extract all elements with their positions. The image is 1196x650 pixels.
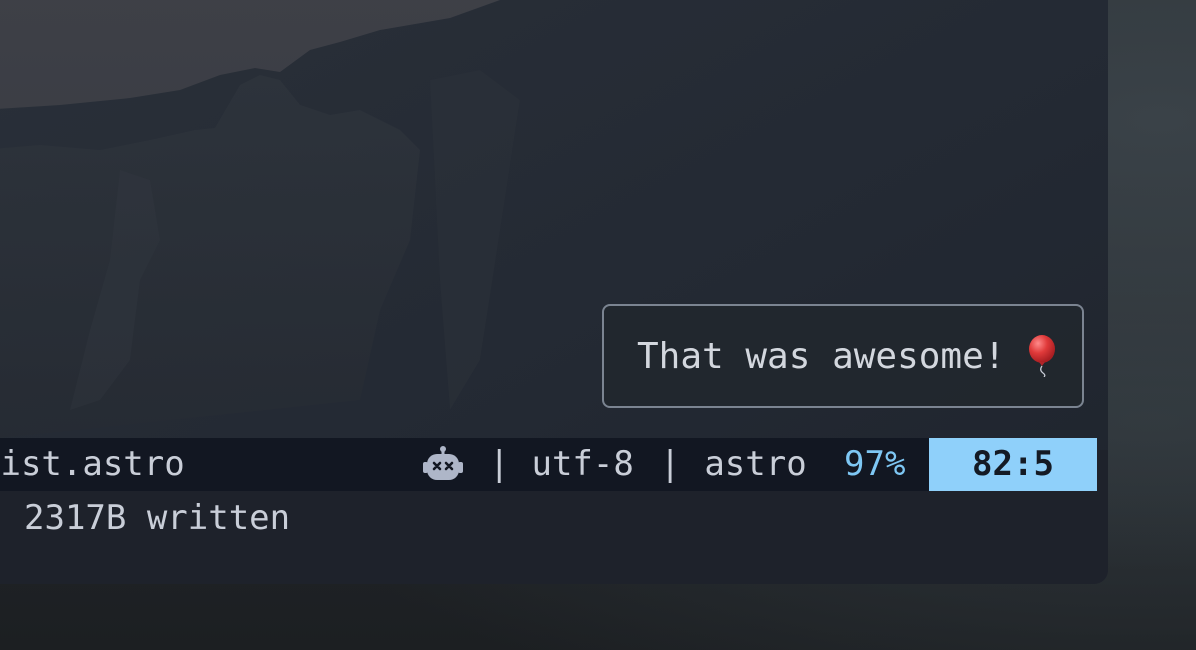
statusline-separator: | (659, 444, 681, 484)
notification-text: That was awesome! (637, 335, 1006, 377)
statusline-percent: 97% (844, 444, 906, 484)
robot-icon (423, 445, 463, 480)
balloon-icon (1029, 335, 1056, 377)
statusline-file-info: | utf-8 | astro (423, 438, 807, 491)
statusline-filename[interactable]: list.astro (0, 438, 185, 491)
terminal-window[interactable]: That was awesome! list.astro | utf-8 | a… (0, 0, 1108, 584)
statusline-filetype[interactable]: astro (704, 438, 806, 491)
statusline-encoding[interactable]: utf-8 (531, 438, 633, 491)
statusline-cursor-position: 82:5 (929, 438, 1097, 491)
command-message: 2317B written (24, 498, 291, 538)
statusline: list.astro | utf-8 | astro 97% 82:5 (0, 438, 1097, 491)
notification-popup[interactable]: That was awesome! (602, 304, 1084, 408)
statusline-separator: | (489, 444, 510, 484)
